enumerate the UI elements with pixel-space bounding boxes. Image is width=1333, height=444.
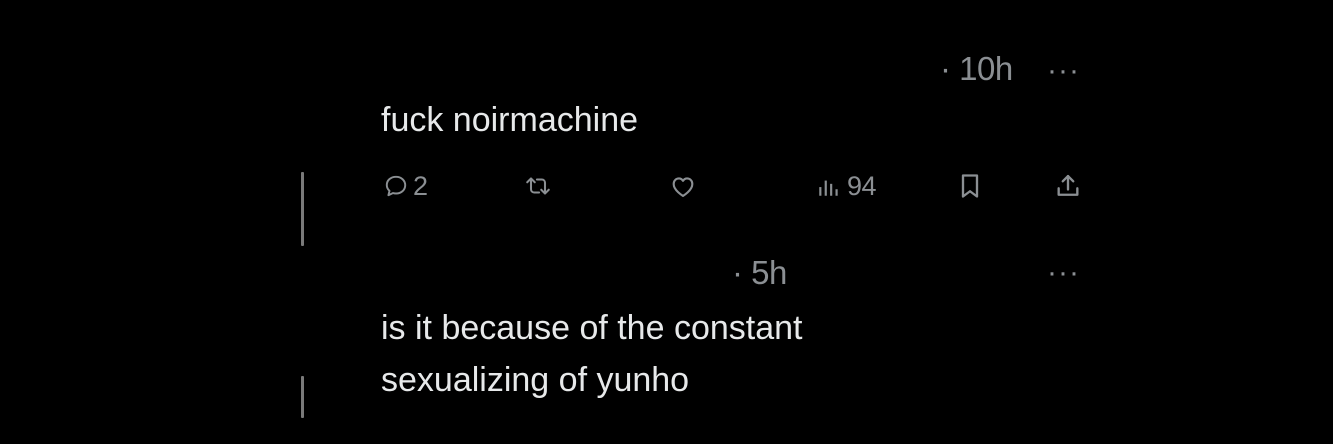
reply-2-text-line-1: is it because of the constant [381, 309, 803, 347]
views-count: 94 [847, 170, 877, 201]
like-icon [669, 173, 697, 199]
reply-button[interactable]: 2 [383, 168, 428, 204]
reply-1-text: fuck noirmachine [381, 101, 639, 139]
views-button[interactable]: 94 [815, 168, 877, 204]
reply-2-timestamp[interactable]: · 5h [732, 254, 787, 292]
bookmark-button[interactable] [957, 168, 983, 204]
share-icon [1054, 172, 1082, 200]
like-button[interactable] [669, 168, 697, 204]
thread-connector-line [301, 376, 304, 418]
comment-icon [383, 173, 409, 199]
reply-thread: · 10h ··· fuck noirmachine 2 94 · 5h ···… [0, 0, 1333, 444]
reply-1-timestamp[interactable]: · 10h [940, 50, 1013, 88]
share-button[interactable] [1054, 168, 1082, 204]
thread-connector-line [301, 172, 304, 246]
reply-2-more-options-button[interactable]: ··· [1047, 258, 1080, 288]
views-icon [815, 173, 843, 199]
bookmark-icon [957, 172, 983, 200]
retweet-button[interactable] [524, 168, 552, 204]
reply-count: 2 [413, 170, 428, 201]
reply-1-more-options-button[interactable]: ··· [1047, 56, 1080, 86]
reply-2-text-line-2: sexualizing of yunho [381, 361, 690, 399]
retweet-icon [524, 173, 552, 199]
